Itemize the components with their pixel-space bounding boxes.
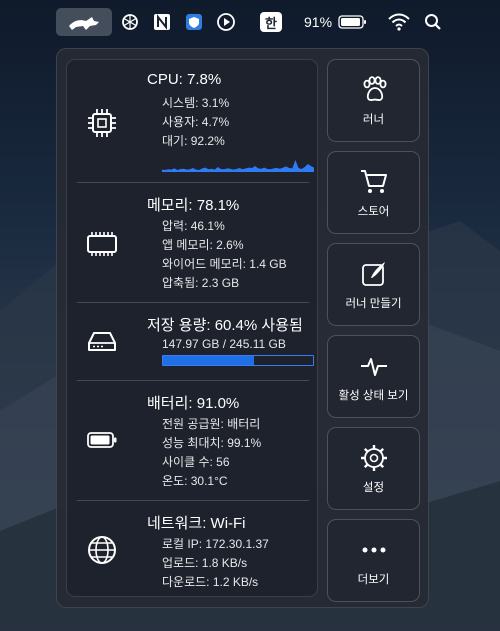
network-section: 네트워크: Wi-Fi 로컬 IP: 172.30.1.37 업로드: 1.8 … bbox=[67, 501, 319, 597]
battery-title: 배터리: 91.0% bbox=[147, 395, 240, 412]
network-upload-text: 업로드: 1.8 KB/s bbox=[162, 556, 248, 570]
wifi-menu-icon[interactable] bbox=[388, 9, 410, 35]
store-button-label: 스토어 bbox=[357, 205, 390, 218]
more-button[interactable]: 더보기 bbox=[327, 519, 420, 602]
play-menu-icon[interactable] bbox=[216, 9, 236, 35]
globe-network-icon bbox=[88, 536, 116, 564]
storage-detail-text: 147.97 GB / 245.11 GB bbox=[162, 337, 286, 351]
battery-icon bbox=[87, 432, 117, 448]
cpu-section: CPU: 7.8% 시스템: 3.1% 사용자: 4.7% 대기: 92.2% bbox=[67, 60, 319, 182]
more-button-label: 더보기 bbox=[357, 573, 390, 586]
create-runner-button-label: 러너 만들기 bbox=[345, 297, 402, 310]
activity-monitor-button[interactable]: 활성 상태 보기 bbox=[327, 335, 420, 418]
battery-menu-icon[interactable] bbox=[338, 9, 368, 35]
battery-section: 배터리: 91.0% 전원 공급원: 배터리 성능 최대치: 99.1% 사이클… bbox=[67, 381, 319, 499]
storage-section: 저장 용량: 60.4% 사용됨 147.97 GB / 245.11 GB bbox=[67, 303, 319, 379]
memory-section: 메모리: 78.1% 압력: 46.1% 앱 메모리: 2.6% 와이어드 메모… bbox=[67, 183, 319, 301]
cpu-graph-area bbox=[162, 160, 314, 172]
activity-icon bbox=[360, 357, 387, 376]
cpu-usage-graph bbox=[162, 160, 314, 172]
cpu-chip-icon bbox=[88, 109, 116, 137]
network-download-text: 다운로드: 1.2 KB/s bbox=[162, 575, 259, 589]
memory-title: 메모리: 78.1% bbox=[147, 197, 240, 214]
spotlight-search-icon[interactable] bbox=[424, 9, 442, 35]
disk-drive-icon bbox=[88, 332, 116, 351]
battery-cycle-text: 사이클 수: 56 bbox=[162, 455, 230, 469]
network-title: 네트워크: Wi-Fi bbox=[147, 515, 246, 532]
runcat-popover: CPU: 7.8% 시스템: 3.1% 사용자: 4.7% 대기: 92.2% … bbox=[56, 48, 429, 608]
battery-temperature-text: 온도: 30.1°C bbox=[162, 474, 228, 488]
memory-wired-text: 와이어드 메모리: 1.4 GB bbox=[162, 257, 287, 271]
runner-button[interactable]: 러너 bbox=[327, 59, 420, 142]
cpu-user-text: 사용자: 4.7% bbox=[162, 115, 230, 129]
storage-usage-fill bbox=[163, 356, 254, 365]
storage-usage-bar bbox=[162, 355, 314, 366]
notion-menu-icon[interactable] bbox=[152, 9, 172, 35]
cpu-title: CPU: 7.8% bbox=[147, 71, 222, 88]
runner-button-label: 러너 bbox=[362, 113, 385, 126]
memory-pressure-text: 압력: 46.1% bbox=[162, 219, 225, 233]
storage-title: 저장 용량: 60.4% 사용됨 bbox=[147, 317, 303, 334]
settings-button-label: 설정 bbox=[362, 481, 385, 494]
activity-monitor-button-label: 활성 상태 보기 bbox=[338, 389, 409, 402]
battery-source-text: 전원 공급원: 배터리 bbox=[162, 417, 261, 431]
network-local-ip-text: 로컬 IP: 172.30.1.37 bbox=[162, 537, 269, 551]
paw-icon bbox=[363, 75, 386, 101]
more-icon bbox=[362, 547, 385, 552]
cpu-system-text: 시스템: 3.1% bbox=[162, 96, 230, 110]
battery-health-text: 성능 최대치: 99.1% bbox=[162, 436, 262, 450]
menu-bar: 한 91% bbox=[0, 0, 500, 44]
store-button[interactable]: 스토어 bbox=[327, 151, 420, 234]
cpu-idle-text: 대기: 92.2% bbox=[162, 134, 225, 148]
edit-icon bbox=[361, 261, 385, 286]
gear-icon bbox=[360, 444, 387, 471]
vpn-shield-menu-icon[interactable] bbox=[184, 9, 204, 35]
input-source-indicator[interactable]: 한 bbox=[260, 12, 282, 32]
cart-icon bbox=[360, 169, 387, 193]
chatgpt-menu-icon[interactable] bbox=[120, 9, 140, 35]
create-runner-button[interactable]: 러너 만들기 bbox=[327, 243, 420, 326]
battery-percent-text: 91% bbox=[304, 14, 333, 30]
settings-button[interactable]: 설정 bbox=[327, 427, 420, 510]
memory-app-text: 앱 메모리: 2.6% bbox=[162, 238, 244, 252]
memory-module-icon bbox=[87, 232, 117, 256]
runcat-menu-icon[interactable] bbox=[56, 8, 112, 36]
memory-compressed-text: 압축됨: 2.3 GB bbox=[162, 276, 240, 290]
system-stats-card: CPU: 7.8% 시스템: 3.1% 사용자: 4.7% 대기: 92.2% … bbox=[66, 59, 318, 597]
